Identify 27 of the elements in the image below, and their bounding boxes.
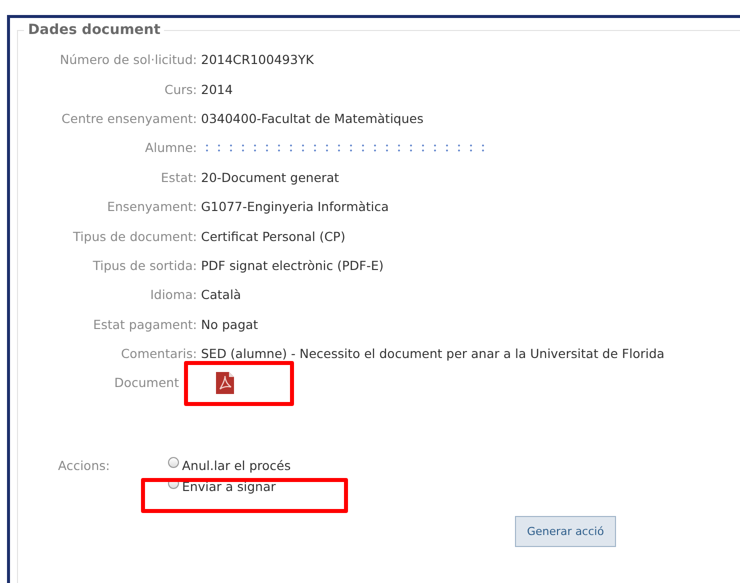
field-value: Català bbox=[201, 287, 242, 302]
field-label: Idioma: bbox=[149, 287, 198, 302]
field-label: Comentaris: bbox=[120, 346, 198, 362]
field-value: 20-Document generat bbox=[201, 170, 340, 185]
pdf-icon[interactable] bbox=[216, 372, 234, 394]
field-label: Tipus de document: bbox=[72, 228, 198, 244]
field-value: PDF signat electrònic (PDF-E) bbox=[201, 258, 384, 273]
field-label: Tipus de sortida: bbox=[92, 258, 198, 273]
field-value: 0340400-Facultat de Matemàtiques bbox=[201, 110, 424, 126]
field-value: 2014CR100493YK bbox=[201, 52, 314, 68]
radio-option[interactable]: Anul.lar el procés bbox=[168, 458, 291, 473]
field-value: SED (alumne) - Necessito el document per anar a la Universitat de Florida bbox=[201, 346, 664, 362]
field-label: Alumne: bbox=[144, 140, 198, 156]
field-label: Número de sol·licitud: bbox=[58, 52, 198, 68]
actions-label: Accions: bbox=[57, 458, 111, 475]
generate-button[interactable]: Generar acció bbox=[515, 516, 616, 547]
field-value: G1077-Enginyeria Informàtica bbox=[201, 199, 389, 214]
field-label: Estat pagament: bbox=[92, 316, 198, 332]
field-value: No pagat bbox=[201, 316, 258, 332]
field-label: Estat: bbox=[160, 170, 198, 185]
field-label: Curs: bbox=[163, 82, 198, 97]
field-value: 2014 bbox=[201, 82, 233, 97]
field-label: Centre ensenyament: bbox=[60, 110, 198, 126]
field-label: Ensenyament: bbox=[106, 199, 198, 214]
field-label: Document bbox=[113, 375, 180, 390]
field-value: Certificat Personal (CP) bbox=[201, 228, 346, 244]
radio-option[interactable]: Enviar a signar bbox=[168, 478, 291, 494]
